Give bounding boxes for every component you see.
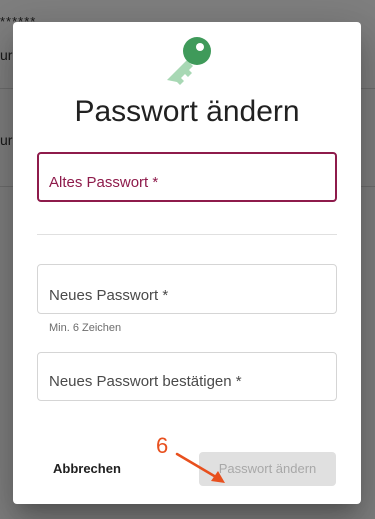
cancel-button[interactable]: Abbrechen [41,454,133,484]
confirm-password-label: Neues Passwort bestätigen * [49,373,242,390]
new-password-field[interactable]: Neues Passwort * [37,264,337,314]
annotation-arrow-icon [175,452,225,483]
new-password-hint: Min. 6 Zeichen [49,322,122,334]
annotation-step-number: 6 [156,433,169,458]
change-password-dialog: Passwort ändern Altes Passwort * Neues P… [13,22,361,504]
confirm-password-field[interactable]: Neues Passwort bestätigen * [37,352,337,401]
old-password-label: Altes Passwort * [49,174,159,191]
old-password-field[interactable]: Altes Passwort * [37,152,337,202]
dialog-title: Passwort ändern [74,95,300,128]
new-password-label: Neues Passwort * [49,287,169,304]
key-icon [167,37,211,85]
field-divider [37,234,337,235]
